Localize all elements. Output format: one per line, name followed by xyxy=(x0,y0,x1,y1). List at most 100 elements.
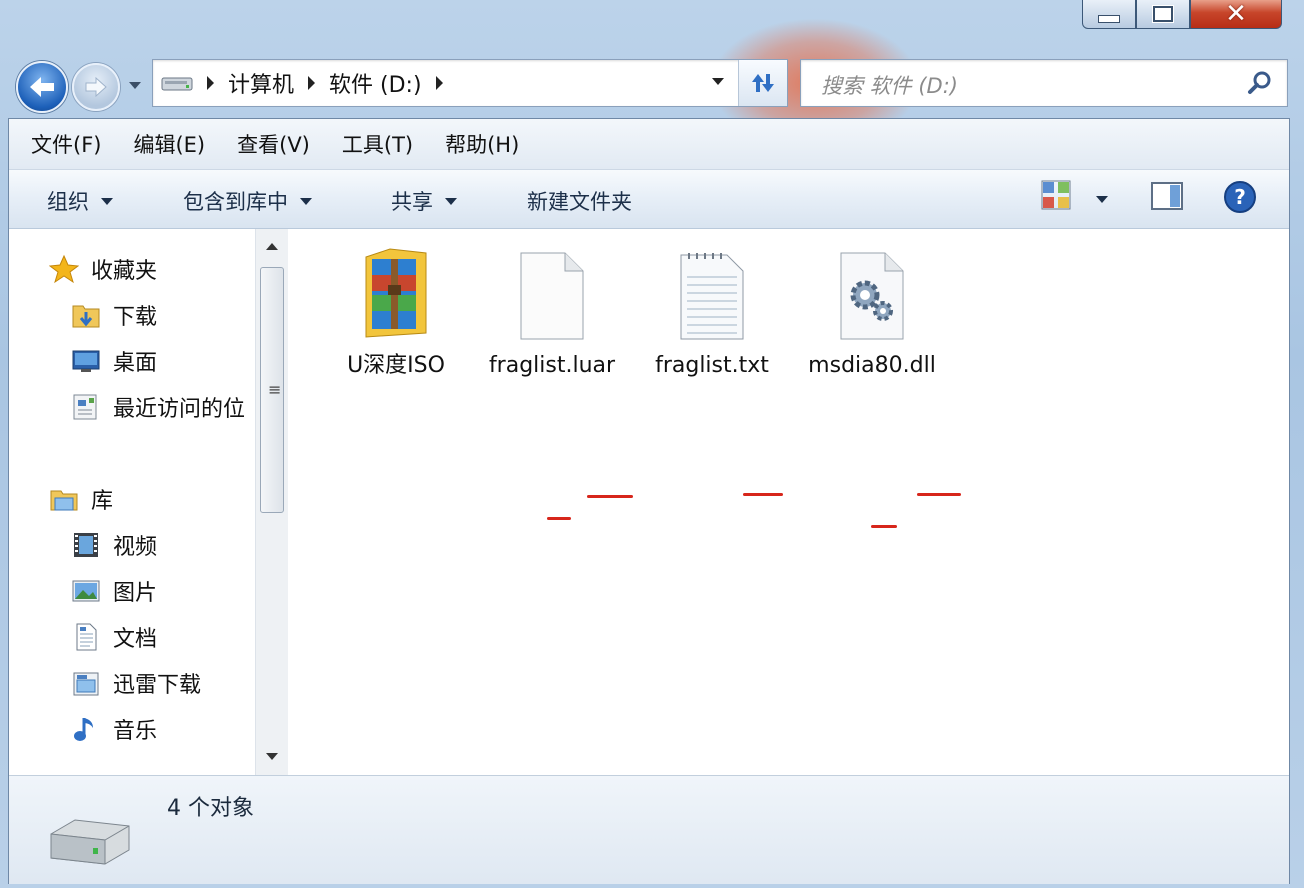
nav-item-label: 迅雷下载 xyxy=(113,673,202,698)
nav-favorites[interactable]: 收藏夹 xyxy=(49,253,157,285)
organize-label: 组织 xyxy=(47,190,89,214)
nav-scrollbar[interactable]: ≡ xyxy=(255,229,288,775)
history-dropdown-icon[interactable] xyxy=(128,80,142,90)
share-label: 共享 xyxy=(391,190,433,214)
help-icon[interactable]: ? xyxy=(1223,180,1257,214)
chevron-down-icon xyxy=(101,197,113,205)
dll-gear-file-icon xyxy=(840,252,904,340)
organize-button[interactable]: 组织 xyxy=(47,186,113,216)
nav-item-label: 桌面 xyxy=(113,351,158,376)
menu-tools[interactable]: 工具(T) xyxy=(342,129,413,159)
file-list: U深度ISO fraglist.luar fraglist.txt msdia8… xyxy=(291,229,1287,775)
search-icon[interactable] xyxy=(1247,70,1273,96)
blank-file-icon xyxy=(520,252,584,340)
status-bar: 4 个对象 xyxy=(9,775,1289,884)
search-placeholder: 搜索 软件 (D:) xyxy=(821,74,958,98)
preview-pane-icon[interactable] xyxy=(1151,182,1183,210)
recent-places-icon xyxy=(71,392,101,422)
file-name: fraglist.txt xyxy=(655,353,769,378)
chevron-down-icon xyxy=(300,197,312,205)
breadcrumb-separator[interactable] xyxy=(207,76,214,90)
nav-item-recent-places[interactable]: 最近访问的位 xyxy=(71,391,245,423)
new-folder-label: 新建文件夹 xyxy=(527,190,632,214)
winrar-archive-icon xyxy=(365,248,427,338)
nav-libraries[interactable]: 库 xyxy=(49,483,113,515)
nav-item-music[interactable]: 音乐 xyxy=(71,713,157,745)
nav-item-videos[interactable]: 视频 xyxy=(71,529,157,561)
documents-icon xyxy=(71,622,101,652)
minimize-icon xyxy=(1098,15,1120,23)
file-item[interactable]: msdia80.dll xyxy=(797,245,947,383)
command-bar: 组织 包含到库中 共享 新建文件夹 ? xyxy=(9,170,1289,229)
nav-item-label: 图片 xyxy=(113,581,158,606)
nav-item-desktop[interactable]: 桌面 xyxy=(71,345,157,377)
nav-item-documents[interactable]: 文档 xyxy=(71,621,157,653)
file-item[interactable]: fraglist.txt xyxy=(637,245,787,383)
close-button[interactable]: ✕ xyxy=(1190,0,1282,29)
file-item[interactable]: U深度ISO xyxy=(321,245,471,383)
address-dropdown-icon[interactable] xyxy=(711,76,725,86)
file-name: U深度ISO xyxy=(347,353,445,378)
annotation-underline xyxy=(871,525,897,528)
change-view-icon[interactable] xyxy=(1041,180,1071,210)
downloads-folder-icon xyxy=(71,300,101,330)
nav-favorites-label: 收藏夹 xyxy=(91,259,158,284)
breadcrumb-separator[interactable] xyxy=(308,76,316,90)
star-icon xyxy=(49,254,79,284)
window-controls: ✕ xyxy=(1082,0,1282,30)
refresh-button[interactable] xyxy=(738,60,787,106)
libraries-icon xyxy=(49,484,79,514)
navigation-row: 计算机 软件 (D:) 搜索 软件 (D:) xyxy=(0,54,1304,113)
nav-item-pictures[interactable]: 图片 xyxy=(71,575,157,607)
grip-icon: ≡ xyxy=(268,380,282,399)
nav-item-thunder-downloads[interactable]: 迅雷下载 xyxy=(71,667,201,699)
view-dropdown-icon[interactable] xyxy=(1095,194,1109,204)
breadcrumb-separator[interactable] xyxy=(435,76,443,90)
nav-item-label: 视频 xyxy=(113,535,158,560)
breadcrumb-drive-d[interactable]: 软件 (D:) xyxy=(329,67,422,99)
scroll-down-arrow-icon[interactable] xyxy=(266,753,278,760)
file-item[interactable]: fraglist.luar xyxy=(477,245,627,383)
menu-file[interactable]: 文件(F) xyxy=(31,129,101,159)
back-button[interactable] xyxy=(16,61,68,113)
music-note-icon xyxy=(71,714,101,744)
navigation-pane: 收藏夹 下载 桌面 最近访问的位 库 视频 图片 文档 迅雷下载 音乐 ≡ xyxy=(9,229,289,775)
nav-libraries-label: 库 xyxy=(91,489,114,514)
file-name: msdia80.dll xyxy=(808,353,936,378)
search-box[interactable]: 搜索 软件 (D:) xyxy=(800,59,1288,107)
nav-item-label: 下载 xyxy=(113,305,158,330)
address-bar[interactable]: 计算机 软件 (D:) xyxy=(152,59,788,107)
new-folder-button[interactable]: 新建文件夹 xyxy=(527,186,632,216)
svg-text:?: ? xyxy=(1234,185,1246,209)
include-in-library-button[interactable]: 包含到库中 xyxy=(183,186,312,216)
scroll-thumb[interactable]: ≡ xyxy=(260,267,284,513)
scroll-up-arrow-icon[interactable] xyxy=(266,243,278,250)
close-icon: ✕ xyxy=(1225,0,1247,29)
maximize-button[interactable] xyxy=(1136,0,1190,29)
hard-drive-icon xyxy=(50,819,130,865)
minimize-button[interactable] xyxy=(1082,0,1136,29)
annotation-underline xyxy=(587,495,633,498)
thunder-download-icon xyxy=(71,668,101,698)
breadcrumb-computer[interactable]: 计算机 xyxy=(228,67,294,99)
video-icon xyxy=(71,530,101,560)
chevron-down-icon xyxy=(445,197,457,205)
nav-item-downloads[interactable]: 下载 xyxy=(71,299,157,331)
menu-help[interactable]: 帮助(H) xyxy=(445,129,519,159)
menu-view[interactable]: 查看(V) xyxy=(237,129,310,159)
menu-bar: 文件(F) 编辑(E) 查看(V) 工具(T) 帮助(H) xyxy=(9,119,1289,170)
forward-button[interactable] xyxy=(72,63,120,111)
menu-edit[interactable]: 编辑(E) xyxy=(133,129,205,159)
nav-item-label: 最近访问的位 xyxy=(113,397,246,422)
text-file-icon xyxy=(680,253,744,340)
refresh-icon xyxy=(752,74,774,92)
annotation-underline xyxy=(917,493,961,496)
item-count: 4 个对象 xyxy=(167,796,254,821)
forward-arrow-icon xyxy=(85,76,107,98)
nav-item-label: 文档 xyxy=(113,627,158,652)
back-arrow-icon xyxy=(30,77,54,97)
include-library-label: 包含到库中 xyxy=(183,190,288,214)
pictures-icon xyxy=(71,576,101,606)
drive-icon xyxy=(161,77,193,91)
share-button[interactable]: 共享 xyxy=(391,186,457,216)
